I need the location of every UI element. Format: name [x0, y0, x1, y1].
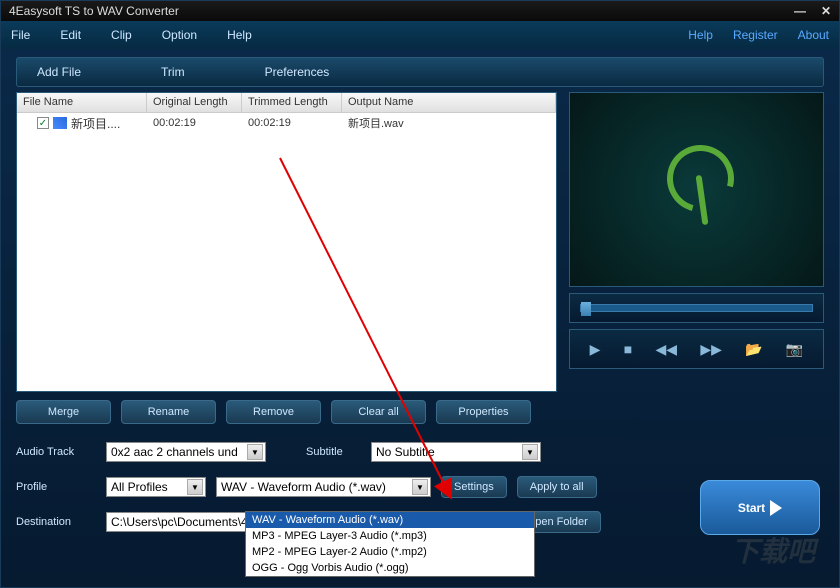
apply-to-all-button[interactable]: Apply to all	[517, 476, 597, 498]
dropdown-item[interactable]: OGG - Ogg Vorbis Audio (*.ogg)	[246, 560, 534, 576]
toolbar: Add File Trim Preferences	[16, 57, 824, 87]
file-list[interactable]: File Name Original Length Trimmed Length…	[16, 92, 557, 392]
toolbar-addfile[interactable]: Add File	[37, 65, 81, 79]
col-trimmed-length[interactable]: Trimmed Length	[242, 93, 342, 112]
stop-icon[interactable]: ■	[624, 341, 632, 357]
preview-controls: ▶ ■ ◀◀ ▶▶ 📂 📷	[569, 329, 824, 369]
file-orig-length: 00:02:19	[147, 115, 242, 131]
settings-button[interactable]: Settings	[441, 476, 507, 498]
subtitle-dropdown[interactable]: No Subtitle ▼	[371, 442, 541, 462]
video-file-icon	[53, 117, 67, 129]
menubar: File Edit Clip Option Help Help Register…	[1, 21, 839, 49]
audiotrack-label: Audio Track	[16, 446, 96, 458]
app-title: 4Easysoft TS to WAV Converter	[9, 4, 179, 18]
col-filename[interactable]: File Name	[17, 93, 147, 112]
chevron-down-icon[interactable]: ▼	[247, 444, 263, 460]
merge-button[interactable]: Merge	[16, 400, 111, 424]
clearall-button[interactable]: Clear all	[331, 400, 426, 424]
prev-icon[interactable]: ◀◀	[655, 341, 677, 358]
dropdown-item-selected[interactable]: WAV - Waveform Audio (*.wav)	[246, 512, 534, 528]
subtitle-label: Subtitle	[306, 446, 361, 458]
next-icon[interactable]: ▶▶	[700, 341, 722, 358]
menu-option[interactable]: Option	[162, 28, 197, 42]
minimize-button[interactable]: —	[794, 4, 806, 18]
profile-dropdown-list[interactable]: WAV - Waveform Audio (*.wav) MP3 - MPEG …	[245, 511, 535, 577]
file-output-name: 新项目.wav	[342, 113, 556, 133]
profile-format-dropdown[interactable]: WAV - Waveform Audio (*.wav) ▼	[216, 477, 431, 497]
menu-file[interactable]: File	[11, 28, 30, 42]
preview-screen	[569, 92, 824, 287]
remove-button[interactable]: Remove	[226, 400, 321, 424]
preview-seekbar[interactable]	[569, 293, 824, 323]
audiotrack-dropdown[interactable]: 0x2 aac 2 channels und ▼	[106, 442, 266, 462]
link-about[interactable]: About	[798, 28, 829, 42]
chevron-down-icon[interactable]: ▼	[522, 444, 538, 460]
start-button[interactable]: Start	[700, 480, 820, 535]
properties-button[interactable]: Properties	[436, 400, 531, 424]
toolbar-preferences[interactable]: Preferences	[265, 65, 330, 79]
snapshot-icon[interactable]: 📷	[786, 341, 803, 358]
menu-edit[interactable]: Edit	[60, 28, 81, 42]
rename-button[interactable]: Rename	[121, 400, 216, 424]
dropdown-item[interactable]: MP3 - MPEG Layer-3 Audio (*.mp3)	[246, 528, 534, 544]
menu-clip[interactable]: Clip	[111, 28, 132, 42]
app-window: 4Easysoft TS to WAV Converter — ✕ File E…	[0, 0, 840, 588]
link-register[interactable]: Register	[733, 28, 778, 42]
chevron-down-icon[interactable]: ▼	[412, 479, 428, 495]
start-button-wrap: Start	[700, 480, 820, 535]
file-row[interactable]: ✓ 新项目.... 00:02:19 00:02:19 新项目.wav	[17, 113, 556, 133]
toolbar-trim[interactable]: Trim	[161, 65, 185, 79]
folder-icon[interactable]: 📂	[745, 341, 762, 358]
logo-icon	[662, 145, 732, 235]
profile-filter-dropdown[interactable]: All Profiles ▼	[106, 477, 206, 497]
col-output-name[interactable]: Output Name	[342, 93, 556, 112]
link-help[interactable]: Help	[688, 28, 713, 42]
dropdown-item[interactable]: MP2 - MPEG Layer-2 Audio (*.mp2)	[246, 544, 534, 560]
seek-thumb[interactable]	[581, 302, 591, 316]
col-original-length[interactable]: Original Length	[147, 93, 242, 112]
menu-help[interactable]: Help	[227, 28, 252, 42]
file-trim-length: 00:02:19	[242, 115, 342, 131]
play-triangle-icon	[770, 500, 782, 516]
file-list-header: File Name Original Length Trimmed Length…	[17, 93, 556, 113]
play-icon[interactable]: ▶	[590, 341, 601, 358]
close-button[interactable]: ✕	[821, 4, 831, 18]
profile-label: Profile	[16, 481, 96, 493]
preview-panel: ▶ ■ ◀◀ ▶▶ 📂 📷	[569, 92, 824, 392]
file-name: 新项目....	[71, 115, 120, 132]
destination-label: Destination	[16, 516, 96, 528]
titlebar: 4Easysoft TS to WAV Converter — ✕	[1, 1, 839, 21]
checkbox-icon[interactable]: ✓	[37, 117, 49, 129]
chevron-down-icon[interactable]: ▼	[187, 479, 203, 495]
